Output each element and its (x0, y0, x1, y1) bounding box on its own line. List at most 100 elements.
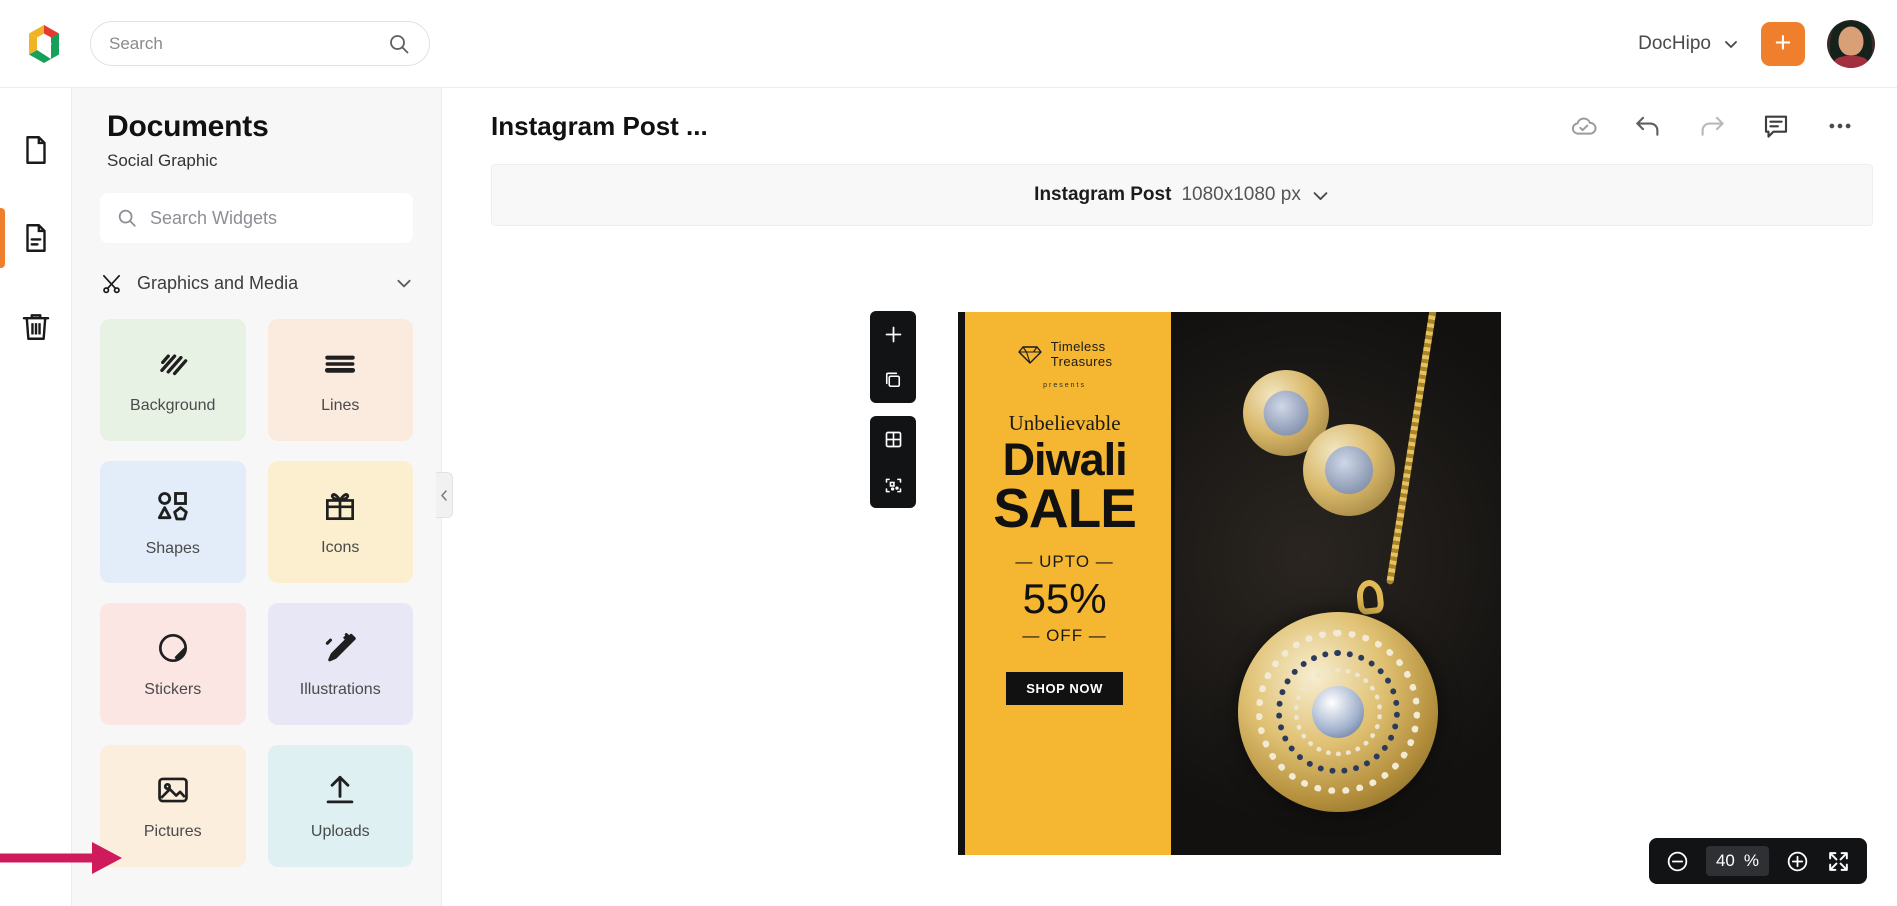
widget-tile-icons[interactable]: Icons (267, 461, 413, 583)
redo-icon[interactable] (1697, 111, 1727, 141)
undo-icon[interactable] (1633, 111, 1663, 141)
create-new-button[interactable]: + (1761, 21, 1805, 66)
graphics-media-icon (102, 274, 121, 293)
sidebar-item-documents[interactable] (0, 194, 72, 282)
zoom-out-button[interactable] (1665, 849, 1690, 874)
canvas-size-dimensions: 1080x1080 px (1181, 184, 1301, 205)
pendant-center-stone (1312, 686, 1365, 738)
search-icon (390, 34, 409, 53)
duplicate-page-button[interactable] (870, 357, 916, 403)
widget-tile-stickers[interactable]: Stickers (100, 603, 246, 725)
grid-icon (885, 431, 901, 447)
artboard-cta-button[interactable]: SHOP NOW (1006, 671, 1123, 705)
widget-tile-shapes[interactable]: Shapes (100, 461, 246, 583)
page-tools-group-a (870, 311, 916, 403)
necklace-bail (1355, 578, 1385, 616)
zoom-level[interactable]: 40 % (1705, 846, 1769, 876)
necklace-pendant (1238, 612, 1439, 812)
artboard-headline-small: Unbelievable (1008, 410, 1121, 435)
trash-icon (22, 314, 49, 340)
widget-tile-illustrations[interactable]: Illustrations (267, 603, 413, 725)
design-artboard[interactable]: Timeless Treasures presents Unbelievable… (958, 312, 1501, 855)
background-stripes-icon (160, 354, 188, 376)
zoom-out-icon (1667, 851, 1688, 871)
search-widgets-placeholder: Search Widgets (150, 207, 278, 228)
artboard-left-panel: Timeless Treasures presents Unbelievable… (958, 312, 1176, 855)
dochipo-editor-window: Search DocHipo + Documents Social Graphi… (0, 0, 1897, 906)
diamond-icon (1018, 346, 1042, 364)
duplicate-page-icon (885, 372, 901, 388)
shapes-icon (157, 492, 188, 521)
editor-area: Instagram Post ... Instagram Post 1080x1… (442, 88, 1897, 906)
cloud-saved-icon[interactable] (1568, 111, 1599, 142)
avatar[interactable] (1827, 19, 1875, 68)
sidebar-item-pages[interactable] (0, 106, 72, 194)
canvas-size-selector[interactable]: Instagram Post 1080x1080 px (491, 164, 1873, 226)
section-label: Graphics and Media (137, 272, 299, 293)
picture-icon (157, 777, 188, 803)
account-menu[interactable]: DocHipo (1638, 33, 1739, 55)
page-title: Documents (107, 110, 269, 143)
artboard-brand-text: Timeless Treasures (1050, 339, 1113, 370)
zoom-in-button[interactable] (1785, 849, 1810, 874)
artboard-upto: — UPTO — (1015, 551, 1114, 571)
earring-two (1303, 424, 1396, 516)
chevron-down-icon (1725, 40, 1737, 48)
page-blank-icon (25, 136, 46, 164)
select-area-button[interactable] (870, 462, 916, 508)
tile-label: Stickers (144, 681, 202, 698)
global-search-input[interactable]: Search (109, 34, 387, 54)
left-icon-rail (0, 88, 72, 906)
chevron-down-icon (397, 279, 411, 288)
avatar-detail (1838, 26, 1864, 56)
document-header: Instagram Post ... (442, 88, 1897, 164)
panel-subtitle: Social Graphic (107, 151, 218, 170)
panel-collapse-handle[interactable] (436, 472, 453, 518)
artboard-brand: Timeless Treasures (1017, 339, 1113, 370)
global-search[interactable]: Search (90, 21, 430, 66)
avatar-detail (1834, 55, 1868, 68)
artboard-off: — OFF — (1022, 625, 1107, 645)
widgets-panel: Documents Social Graphic Search Widgets … (72, 88, 442, 906)
dochipo-logo-icon (29, 24, 59, 63)
document-title[interactable]: Instagram Post ... (491, 111, 708, 142)
zoom-in-icon (1787, 851, 1808, 871)
artboard-percent: 55% (1022, 574, 1107, 622)
gift-icon (326, 493, 355, 521)
page-tools (870, 311, 916, 508)
add-page-button[interactable] (870, 311, 916, 357)
sidebar-item-trash[interactable] (0, 282, 72, 370)
page-lines-icon (25, 224, 46, 252)
chevron-down-icon (1313, 191, 1328, 200)
earring-stone (1263, 390, 1309, 436)
brand-line-2: Treasures (1050, 353, 1113, 369)
tile-label: Uploads (310, 823, 370, 840)
widget-tile-uploads[interactable]: Uploads (267, 745, 413, 867)
zoom-controls: 40 % (1648, 838, 1867, 884)
add-page-icon (885, 326, 901, 342)
pointer-arrow (0, 842, 122, 874)
tile-label: Illustrations (299, 681, 381, 698)
earring-stone (1325, 446, 1374, 494)
tile-label: Pictures (143, 823, 202, 840)
section-graphics-and-media[interactable]: Graphics and Media (100, 265, 413, 301)
widget-tiles-grid: Background Lines Shapes Icons Stickers I… (100, 319, 413, 867)
grid-button[interactable] (870, 416, 916, 462)
account-name: DocHipo (1638, 32, 1711, 54)
zoom-value: 40 (1715, 851, 1735, 870)
canvas-size-name: Instagram Post (1034, 184, 1172, 205)
widget-tile-background[interactable]: Background (100, 319, 246, 441)
comment-icon[interactable] (1761, 111, 1791, 141)
top-bar-right: DocHipo + (1638, 19, 1897, 68)
artboard-headline-1: Diwali (1002, 433, 1128, 485)
illustration-pen-icon (326, 633, 357, 662)
canvas-area: Timeless Treasures presents Unbelievable… (442, 226, 1897, 855)
more-options-icon[interactable] (1825, 111, 1855, 141)
widget-tile-lines[interactable]: Lines (267, 319, 413, 441)
fullscreen-button[interactable] (1826, 849, 1851, 874)
app-logo[interactable] (0, 22, 88, 66)
lines-icon (325, 355, 356, 373)
sticker-icon (158, 633, 187, 663)
tile-label: Shapes (145, 540, 200, 557)
search-widgets-input[interactable]: Search Widgets (100, 193, 413, 243)
